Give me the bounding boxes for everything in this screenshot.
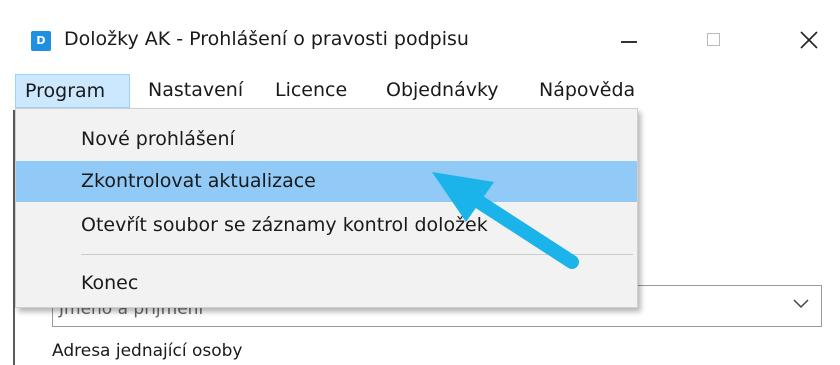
menu-item-label: Konec (81, 272, 139, 294)
window-title: Doložky AK - Prohlášení o pravosti podpi… (64, 28, 469, 50)
chevron-down-icon (793, 299, 809, 309)
menu-item-exit[interactable]: Konec (16, 263, 637, 304)
menu-nastaveni[interactable]: Nastavení (148, 74, 243, 108)
menu-bar: Program Nastavení Licence Objednávky Náp… (0, 74, 840, 108)
address-label: Adresa jednající osoby (52, 341, 243, 361)
menu-napoveda[interactable]: Nápověda (539, 74, 635, 108)
close-icon (800, 31, 818, 49)
title-bar: D Doložky AK - Prohlášení o pravosti pod… (0, 0, 840, 74)
menu-item-new-declaration[interactable]: Nové prohlášení (16, 119, 637, 160)
menu-item-label: Nové prohlášení (81, 128, 235, 150)
menu-item-open-log-file[interactable]: Otevřít soubor se záznamy kontrol dolože… (16, 205, 637, 246)
minimize-button[interactable] (604, 22, 650, 58)
menu-item-check-updates[interactable]: Zkontrolovat aktualizace (16, 161, 637, 202)
menu-item-label: Zkontrolovat aktualizace (81, 170, 316, 192)
menu-objednavky[interactable]: Objednávky (386, 74, 499, 108)
menu-separator (81, 254, 633, 255)
maximize-button[interactable] (690, 22, 736, 58)
menu-program[interactable]: Program (15, 74, 130, 108)
close-button[interactable] (784, 22, 830, 58)
menu-licence[interactable]: Licence (275, 74, 347, 108)
app-icon: D (31, 31, 51, 51)
menu-item-label: Otevřít soubor se záznamy kontrol dolože… (81, 214, 488, 236)
program-menu-dropdown: Nové prohlášení Zkontrolovat aktualizace… (15, 108, 638, 308)
